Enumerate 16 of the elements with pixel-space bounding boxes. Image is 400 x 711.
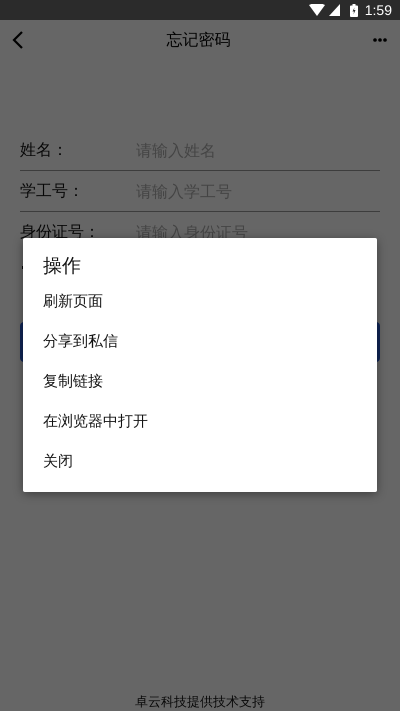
menu-item[interactable]: 刷新页面 [23,281,377,321]
menu-item[interactable]: 在浏览器中打开 [23,401,377,441]
wifi-icon [308,4,325,16]
more-icon[interactable] [373,38,387,42]
footer-text: 卓云科技提供技术支持 [134,695,266,711]
header-title: 忘记密码 [166,30,230,50]
status-time: 1:59 [364,2,392,18]
signal-icon [328,4,340,16]
menu-item[interactable]: 分享到私信 [23,321,377,361]
back-icon[interactable] [12,31,24,49]
battery-icon [350,4,358,16]
field-label: 学工号： [20,180,85,202]
menu-item[interactable]: 关闭 [23,441,377,481]
dialog-title: 操作 [42,254,82,279]
menu-item[interactable]: 复制链接 [23,361,377,401]
field-label: 姓名： [20,140,69,160]
